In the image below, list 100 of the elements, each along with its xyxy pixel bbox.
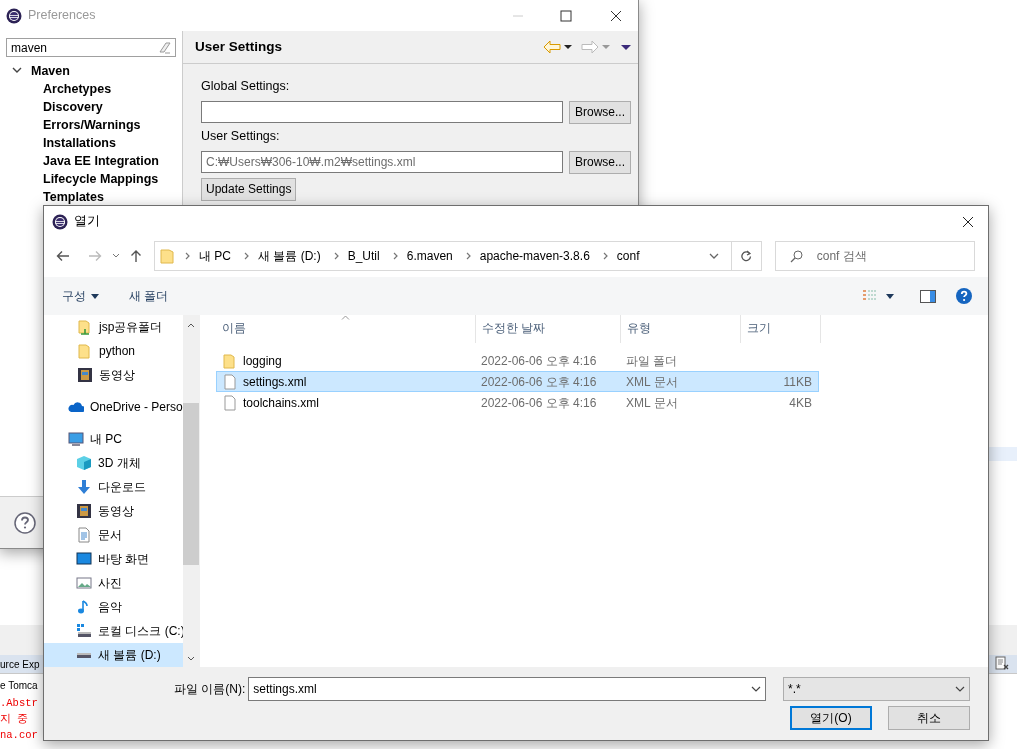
field-label: Global Settings: xyxy=(201,78,291,95)
up-icon[interactable] xyxy=(130,249,142,263)
tree-item[interactable]: Templates xyxy=(6,188,176,206)
file-row[interactable]: settings.xml 2022-06-06 오후 4:16 XML 문서 11KB xyxy=(216,371,819,392)
tree-item[interactable]: Errors/Warnings xyxy=(6,116,176,134)
maximize-icon[interactable] xyxy=(560,9,572,22)
nav-item[interactable]: 사진 xyxy=(44,571,183,595)
file-type: 파일 폴더 xyxy=(625,352,679,370)
settings-field[interactable]: C:₩Users₩306-10₩.m2₩settings.xml xyxy=(201,150,563,173)
column-header[interactable]: 크기 xyxy=(741,315,821,343)
help-icon[interactable] xyxy=(956,288,972,304)
dropdown-icon[interactable] xyxy=(708,252,719,260)
app-icon xyxy=(6,7,22,24)
chevron-icon xyxy=(464,251,472,261)
search-field[interactable]: conf 검색 xyxy=(774,241,975,271)
browse-button[interactable]: Browse... xyxy=(569,100,631,124)
dropdown-icon[interactable] xyxy=(955,685,965,693)
filter-field[interactable]: maven xyxy=(6,38,176,57)
tree-item[interactable]: Installations xyxy=(6,134,176,152)
dialog-title: 열기 xyxy=(74,213,101,231)
preview-pane-icon[interactable] xyxy=(920,289,936,303)
scroll-down-icon[interactable] xyxy=(187,656,195,661)
chevron-icon xyxy=(243,251,250,261)
file-row[interactable]: logging 2022-06-06 오후 4:16 파일 폴더 xyxy=(216,350,819,371)
tree-item[interactable]: Maven xyxy=(31,62,70,80)
file-name-field[interactable]: settings.xml xyxy=(248,677,767,701)
file-name: settings.xml xyxy=(217,372,475,391)
nav-item[interactable]: 문서 xyxy=(44,523,183,547)
breadcrumb-link[interactable]: B_Util xyxy=(347,247,380,265)
sort-ascending-icon xyxy=(341,315,350,320)
breadcrumb-link[interactable]: conf xyxy=(616,247,640,265)
refresh-icon[interactable] xyxy=(740,250,753,262)
help-icon[interactable] xyxy=(14,511,36,534)
file-type: XML 문서 xyxy=(625,394,679,412)
open-button[interactable]: 열기(O) xyxy=(790,706,872,730)
back-icon[interactable] xyxy=(56,250,70,262)
folder-icon xyxy=(160,248,174,264)
window-title: Preferences xyxy=(28,7,97,25)
scrollbar[interactable] xyxy=(183,315,199,667)
cube-icon xyxy=(76,455,92,471)
tree-item[interactable]: Lifecycle Mappings xyxy=(6,170,176,188)
cloud-icon xyxy=(68,399,84,415)
file-size: 11KB xyxy=(782,373,813,391)
nav-item[interactable]: 새 볼륨 (D:) xyxy=(44,643,183,667)
app-icon xyxy=(52,213,68,230)
nav-item[interactable]: 바탕 화면 xyxy=(44,547,183,571)
console-line: na.cor xyxy=(0,728,38,743)
shared-folder-icon xyxy=(77,319,93,335)
chevron-icon xyxy=(332,251,340,261)
update-settings-button[interactable]: Update Settings xyxy=(201,177,297,201)
column-header[interactable]: 수정한 날짜 xyxy=(476,315,621,343)
film-icon xyxy=(77,367,93,383)
tree-item[interactable]: Java EE Integration xyxy=(6,152,176,170)
chevron-icon xyxy=(391,251,399,261)
nav-item[interactable]: jsp공유폴더 xyxy=(44,315,183,339)
caret-icon xyxy=(91,293,99,299)
scrollbar-thumb[interactable] xyxy=(183,403,199,565)
file-type-filter[interactable]: *.* xyxy=(783,677,970,701)
drive-icon xyxy=(76,652,92,658)
recent-locations-icon[interactable] xyxy=(112,253,120,259)
menu-icon[interactable] xyxy=(621,43,631,51)
breadcrumb-link[interactable]: 내 PC xyxy=(199,247,231,265)
new-folder-button[interactable]: 새 폴더 xyxy=(129,287,862,305)
monitor-icon xyxy=(68,431,84,447)
breadcrumb-link[interactable]: apache-maven-3.8.6 xyxy=(479,247,590,265)
console-line: .Abstr xyxy=(0,696,38,711)
browse-button[interactable]: Browse... xyxy=(569,150,631,174)
nav-item[interactable]: 다운로드 xyxy=(44,475,183,499)
nav-item[interactable]: 내 PC xyxy=(44,427,183,451)
picture-icon xyxy=(76,575,92,591)
nav-item[interactable]: 3D 개체 xyxy=(44,451,183,475)
dropdown-icon[interactable] xyxy=(751,685,762,693)
file-icon xyxy=(223,394,237,411)
scroll-up-icon[interactable] xyxy=(187,323,195,328)
column-header[interactable]: 이름 xyxy=(216,315,476,343)
column-header[interactable]: 유형 xyxy=(621,315,741,343)
download-icon xyxy=(76,479,92,495)
nav-item[interactable]: 동영상 xyxy=(44,363,183,387)
address-bar[interactable]: 내 PC 새 볼륨 (D:) B_Util 6.maven apache-maven-3.8.6 conf xyxy=(154,241,762,271)
close-icon[interactable] xyxy=(610,9,622,22)
film-icon xyxy=(76,503,92,519)
breadcrumb-link[interactable]: 6.maven xyxy=(406,247,453,265)
file-name-label: 파일 이름(N): xyxy=(174,681,246,698)
nav-item[interactable]: 음악 xyxy=(44,595,183,619)
caret-icon[interactable] xyxy=(564,44,572,50)
clear-console-icon xyxy=(995,656,1009,670)
nav-item[interactable]: 동영상 xyxy=(44,499,183,523)
tree-item[interactable]: Discovery xyxy=(6,98,176,116)
view-tab[interactable]: urce Exp xyxy=(0,655,40,673)
breadcrumb-link[interactable]: 새 볼륨 (D:) xyxy=(258,247,321,265)
drive-icon xyxy=(76,623,92,639)
nav-item[interactable]: OneDrive - Perso xyxy=(44,395,183,419)
nav-item[interactable]: python xyxy=(44,339,183,363)
tree-item[interactable]: Archetypes xyxy=(6,80,176,98)
settings-field[interactable] xyxy=(201,100,563,123)
caret-icon[interactable] xyxy=(886,293,894,299)
file-row[interactable]: toolchains.xml 2022-06-06 오후 4:16 XML 문서 4KB xyxy=(216,392,819,413)
close-icon[interactable] xyxy=(962,215,974,228)
organize-menu[interactable]: 구성 xyxy=(62,287,99,305)
cancel-button[interactable]: 취소 xyxy=(888,706,970,730)
